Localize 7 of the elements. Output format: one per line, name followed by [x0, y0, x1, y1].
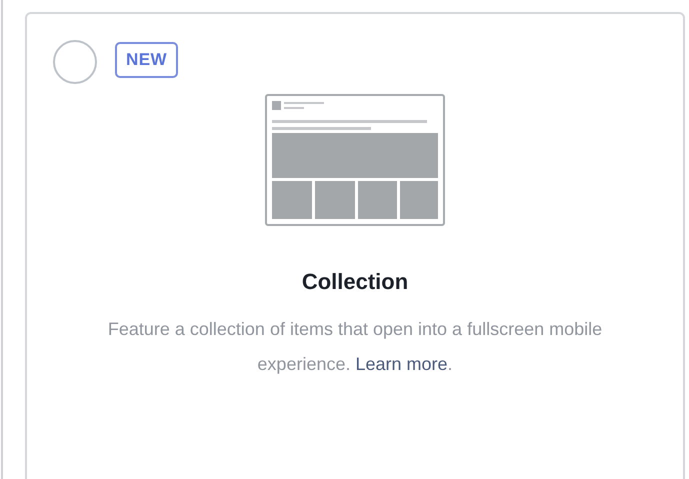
learn-more-link[interactable]: Learn more	[355, 354, 448, 374]
new-badge: NEW	[115, 42, 178, 78]
radio-button[interactable]	[53, 40, 97, 84]
collection-layout-icon	[265, 94, 445, 226]
option-description: Feature a collection of items that open into a fullscreen mobile experience. Learn more.	[106, 318, 604, 376]
option-title: Collection	[300, 268, 410, 296]
option-card[interactable]: NEW Collection Feature a collection of items that open into a fullscreen mobile experience. Learn more.	[25, 12, 685, 479]
